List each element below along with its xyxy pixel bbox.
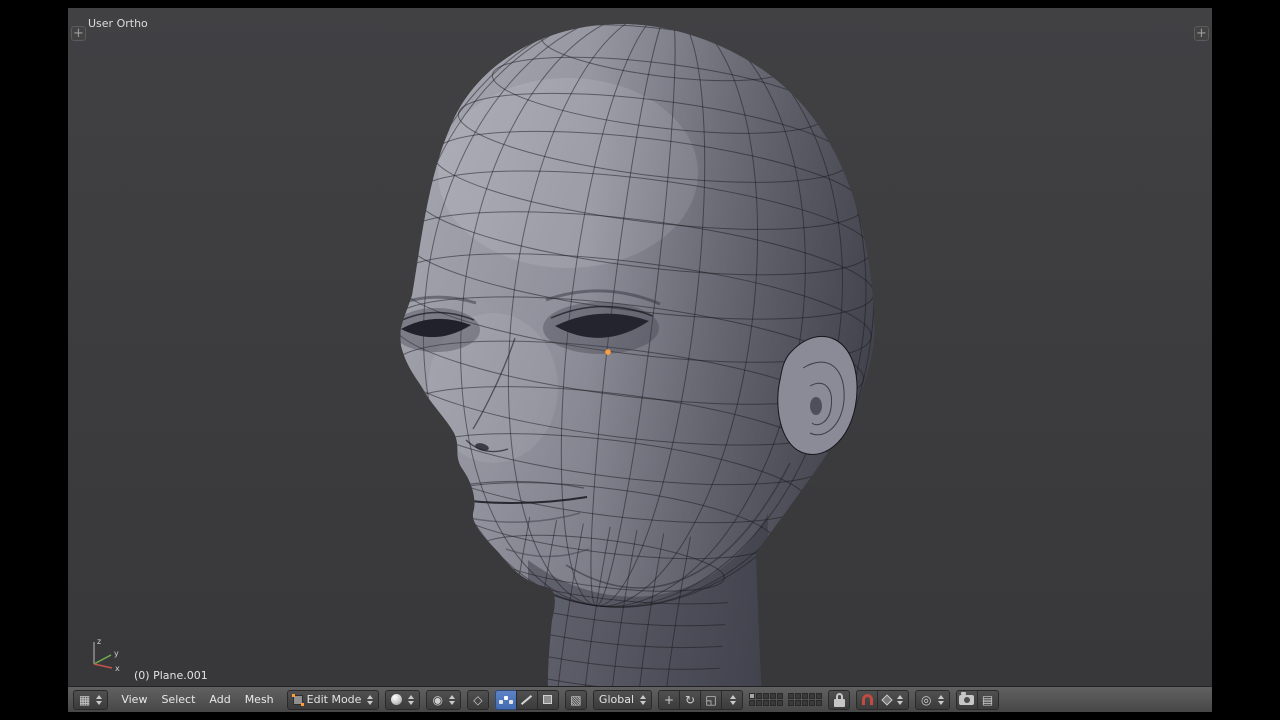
video-frame: User Ortho + +	[0, 0, 1280, 720]
mode-label: Edit Mode	[307, 693, 362, 706]
rotate-icon: ↻	[685, 694, 695, 706]
proportional-edit-dropdown[interactable]: ◎	[915, 690, 949, 710]
layer-cell[interactable]	[802, 700, 808, 706]
rotate-manipulator-button[interactable]: ↻	[679, 690, 701, 710]
film-strip-icon: ▤	[982, 694, 993, 706]
edit-mode-icon	[293, 695, 303, 705]
menu-mesh[interactable]: Mesh	[238, 693, 281, 706]
view-mode-label: User Ortho	[88, 17, 148, 30]
face-select-button[interactable]	[537, 690, 559, 710]
layer-cell[interactable]	[763, 700, 769, 706]
toolshelf-expand-icon[interactable]: +	[71, 26, 86, 41]
layer-cell[interactable]	[756, 700, 762, 706]
menu-select[interactable]: Select	[154, 693, 202, 706]
chevron-updown-icon	[408, 695, 414, 705]
orientation-dropdown[interactable]: Global	[593, 690, 652, 710]
edge-icon	[521, 695, 532, 705]
chevron-updown-icon	[640, 695, 646, 705]
layer-cell[interactable]	[795, 693, 801, 699]
layer-cell[interactable]	[816, 700, 822, 706]
snap-element-icon	[881, 694, 892, 705]
edge-select-button[interactable]	[516, 690, 538, 710]
3d-viewport[interactable]: User Ortho + +	[68, 8, 1212, 686]
editor-type-button[interactable]: ▦	[73, 690, 108, 710]
layer-cell[interactable]	[770, 700, 776, 706]
active-object-info: (0) Plane.001	[134, 669, 208, 682]
blender-window: User Ortho + +	[68, 8, 1212, 712]
opengl-render-anim-button[interactable]: ▤	[977, 690, 999, 710]
menu-view[interactable]: View	[114, 693, 154, 706]
translate-icon: +	[664, 694, 674, 706]
solid-shading-icon	[391, 694, 402, 705]
manipulator-axis-dropdown[interactable]	[721, 690, 743, 710]
layer-grid-2[interactable]	[788, 693, 822, 706]
axis-y-label: y	[114, 649, 119, 658]
face-icon	[543, 695, 552, 704]
menu-add[interactable]: Add	[202, 693, 237, 706]
scale-manipulator-button[interactable]: ◱	[700, 690, 722, 710]
chevron-updown-icon	[367, 695, 373, 705]
translate-manipulator-button[interactable]: +	[658, 690, 680, 710]
pivot-dropdown[interactable]: ◉	[426, 690, 460, 710]
occlude-icon: ▧	[570, 694, 581, 706]
pivot-icon: ◉	[432, 694, 442, 706]
layer-cell[interactable]	[777, 693, 783, 699]
center-points-icon: ◇	[473, 694, 482, 706]
snap-magnet-button[interactable]	[856, 690, 878, 710]
selected-vertex[interactable]	[605, 349, 611, 355]
axis-gizmo: z y x	[84, 634, 124, 674]
vertex-icon	[504, 696, 508, 700]
snap-group	[856, 690, 909, 710]
menu-bar: View Select Add Mesh	[114, 693, 280, 706]
layer-cell[interactable]	[777, 700, 783, 706]
manipulate-centers-button[interactable]: ◇	[467, 690, 489, 710]
mode-dropdown[interactable]: Edit Mode	[287, 690, 380, 710]
editor-type-icon: ▦	[79, 694, 90, 706]
scale-icon: ◱	[705, 694, 716, 706]
axis-x-label: x	[115, 664, 120, 673]
magnet-icon	[862, 694, 873, 705]
shading-dropdown[interactable]	[385, 690, 420, 710]
chevron-updown-icon	[730, 695, 736, 705]
layer-cell[interactable]	[816, 693, 822, 699]
ear	[778, 336, 857, 454]
layer-cell[interactable]	[788, 693, 794, 699]
layer-cell[interactable]	[770, 693, 776, 699]
lock-icon	[834, 693, 845, 707]
layer-cell[interactable]	[802, 693, 808, 699]
layer-cell[interactable]	[788, 700, 794, 706]
layer-cell[interactable]	[763, 693, 769, 699]
chevron-updown-icon	[449, 695, 455, 705]
proportional-icon: ◎	[921, 694, 931, 706]
head-mesh	[68, 8, 1212, 686]
opengl-render-button[interactable]	[956, 690, 978, 710]
chevron-updown-icon	[96, 695, 102, 705]
lock-button[interactable]	[828, 690, 850, 710]
occlude-geometry-button[interactable]: ▧	[565, 690, 587, 710]
select-mode-group	[495, 690, 559, 710]
camera-icon	[959, 695, 974, 705]
layer-grid-1[interactable]	[749, 693, 783, 706]
render-group: ▤	[956, 690, 999, 710]
chevron-updown-icon	[938, 695, 944, 705]
layers	[749, 693, 822, 706]
manipulator-group: + ↻ ◱	[658, 690, 743, 710]
axis-z-label: z	[97, 637, 101, 646]
layer-cell[interactable]	[749, 693, 755, 699]
layer-cell[interactable]	[756, 693, 762, 699]
orientation-label: Global	[599, 693, 634, 706]
layer-cell[interactable]	[809, 700, 815, 706]
layer-cell[interactable]	[809, 693, 815, 699]
layer-cell[interactable]	[749, 700, 755, 706]
vertex-select-button[interactable]	[495, 690, 517, 710]
chevron-updown-icon	[897, 695, 903, 705]
snap-target-dropdown[interactable]	[877, 690, 909, 710]
properties-expand-icon[interactable]: +	[1194, 26, 1209, 41]
layer-cell[interactable]	[795, 700, 801, 706]
viewport-header: ▦ View Select Add Mesh Edit Mode ◉	[68, 686, 1212, 712]
